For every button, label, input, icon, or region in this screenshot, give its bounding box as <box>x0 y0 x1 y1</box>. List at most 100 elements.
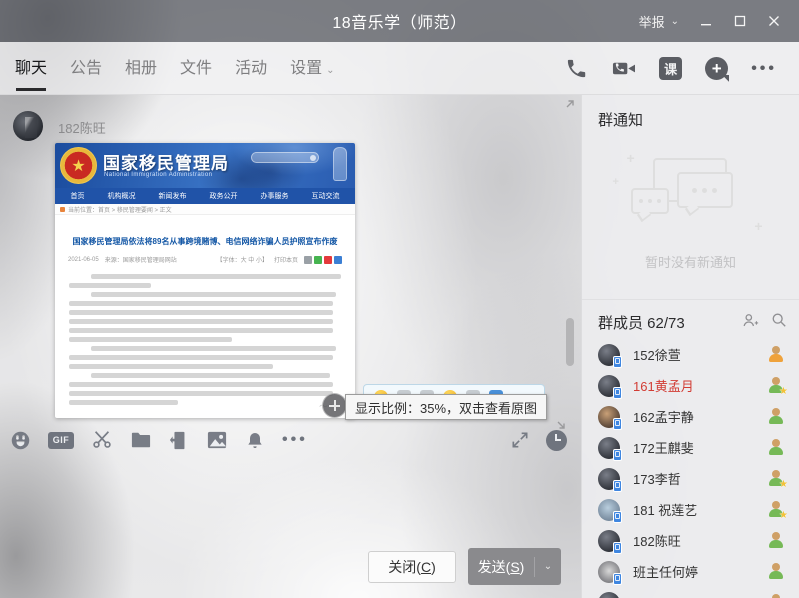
member-star-badge-icon: ★ <box>779 480 788 490</box>
member-row[interactable]: 172王麒斐 <box>582 432 799 463</box>
voice-call-icon[interactable] <box>565 57 588 80</box>
member-row[interactable]: 152徐萱 <box>582 339 799 370</box>
site-nav-item: 新闻发布 <box>159 191 187 201</box>
gif-icon[interactable]: GIF <box>48 432 74 449</box>
webpage-banner: ★ 国家移民管理局 National Immigration Administr… <box>55 143 355 188</box>
doc-share-icon[interactable] <box>169 430 189 451</box>
member-name: 162孟宇静 <box>633 407 694 426</box>
report-button[interactable]: 举报 <box>635 12 669 31</box>
member-avatar[interactable] <box>598 468 620 490</box>
empty-notice-illustration-icon: + + + <box>631 158 751 230</box>
tab-活动[interactable]: 活动 <box>235 42 267 95</box>
site-title: 国家移民管理局 <box>103 149 229 174</box>
mobile-online-badge-icon <box>613 573 622 585</box>
member-star-badge-icon: ★ <box>779 387 788 397</box>
member-row[interactable]: 161黄孟月★ <box>582 370 799 401</box>
member-name: 182陈旺 <box>633 531 681 550</box>
member-list: 152徐萱161黄孟月★162孟宇静172王麒斐173李哲★181 祝莲艺★18… <box>582 339 799 598</box>
member-avatar[interactable] <box>598 375 620 397</box>
member-avatar[interactable] <box>598 530 620 552</box>
member-row[interactable]: 162孟宇静 <box>582 401 799 432</box>
breadcrumb-marker-icon <box>60 207 65 212</box>
site-search-box <box>251 152 319 163</box>
add-member-icon[interactable] <box>742 312 759 328</box>
mobile-online-badge-icon <box>613 418 622 430</box>
image-zoom-plus-icon[interactable] <box>322 393 347 418</box>
image-icon[interactable] <box>206 430 228 450</box>
site-nav-item: 机构概况 <box>108 191 136 201</box>
send-file-folder-icon[interactable] <box>130 430 152 450</box>
members-count-title: 群成员 62/73 <box>598 315 685 332</box>
member-row[interactable]: 181 祝莲艺 ★ <box>582 494 799 525</box>
search-members-icon[interactable] <box>771 312 787 328</box>
tab-设置[interactable]: 设置⌄ <box>290 42 334 95</box>
tab-公告[interactable]: 公告 <box>70 42 102 95</box>
close-button[interactable] <box>757 0 791 42</box>
site-breadcrumb: 当前位置：首页 > 移民管理要闻 > 正文 <box>55 204 355 215</box>
member-level-icon <box>767 346 785 363</box>
member-name: 班主任何婷 <box>633 562 698 581</box>
member-name: 172王麒斐 <box>633 438 694 457</box>
site-nav-bar: 首页机构概况新闻发布政务公开办事服务互动交流 <box>55 188 355 204</box>
tab-bar: 聊天公告相册文件活动设置⌄ 课 + ••• <box>0 42 799 95</box>
member-level-icon: ★ <box>767 377 785 394</box>
share-icon <box>304 256 312 264</box>
member-avatar[interactable] <box>598 344 620 366</box>
member-avatar[interactable] <box>598 437 620 459</box>
report-dropdown-icon[interactable]: ⌄ <box>669 16 689 27</box>
share-icons <box>304 256 342 264</box>
image-message-preview[interactable]: ★ 国家移民管理局 National Immigration Administr… <box>55 143 355 418</box>
tab-文件[interactable]: 文件 <box>180 42 212 95</box>
member-level-icon: ★ <box>767 501 785 518</box>
font-size-controls: 【字体：大 中 小】 <box>217 255 268 264</box>
site-nav-item: 政务公开 <box>210 191 238 201</box>
bell-icon[interactable] <box>245 430 265 451</box>
print-link: 打印本页 <box>274 255 298 264</box>
article-source: 来源：国家移民管理局网站 <box>105 255 177 264</box>
member-avatar[interactable] <box>598 592 620 598</box>
member-row[interactable]: 班主任何婷 <box>582 556 799 587</box>
panel-collapse-up-icon[interactable] <box>563 97 577 111</box>
expand-window-icon[interactable] <box>510 430 530 450</box>
mobile-online-badge-icon <box>613 356 622 368</box>
member-star-badge-icon: ★ <box>779 511 788 521</box>
chat-scrollbar-thumb[interactable] <box>566 318 574 366</box>
class-mode-icon[interactable]: 课 <box>659 57 682 80</box>
site-nav-item: 互动交流 <box>312 191 340 201</box>
send-options-chevron-icon[interactable]: ⌄ <box>535 561 561 572</box>
video-call-icon[interactable] <box>611 57 636 80</box>
tab-聊天[interactable]: 聊天 <box>15 42 47 95</box>
tab-相册[interactable]: 相册 <box>125 42 157 95</box>
add-actions-icon[interactable]: + <box>705 57 728 80</box>
more-options-icon[interactable]: ••• <box>751 60 777 78</box>
maximize-button[interactable] <box>723 0 757 42</box>
member-level-icon <box>767 594 785 598</box>
send-button[interactable]: 发送(S) ⌄ <box>468 548 561 585</box>
settings-dropdown-icon[interactable]: ⌄ <box>326 65 334 76</box>
qq-group-chat-window: 18音乐学（师范） 举报 ⌄ 聊天公告相册文件活动设置⌄ 课 + <box>0 0 799 598</box>
member-row[interactable]: 173李哲★ <box>582 463 799 494</box>
message-history-icon[interactable] <box>546 430 567 451</box>
mobile-online-badge-icon <box>613 387 622 399</box>
member-avatar[interactable] <box>598 499 620 521</box>
close-chat-button[interactable]: 关闭(C) <box>368 551 456 583</box>
member-avatar[interactable] <box>598 561 620 583</box>
site-nav-item: 办事服务 <box>261 191 289 201</box>
member-row-partial[interactable] <box>582 587 799 598</box>
article-body-lines <box>69 274 341 405</box>
minimize-button[interactable] <box>689 0 723 42</box>
screenshot-scissors-icon[interactable] <box>91 429 113 451</box>
member-name: 181 祝莲艺 <box>633 500 697 519</box>
article-meta: 2021-06-05 来源：国家移民管理局网站 【字体：大 中 小】 打印本页 <box>68 255 342 264</box>
member-row[interactable]: 182陈旺 <box>582 525 799 556</box>
site-title-en: National Immigration Administration <box>104 172 212 178</box>
emoji-icon[interactable] <box>10 430 31 451</box>
mobile-online-badge-icon <box>613 542 622 554</box>
group-notice-title: 群通知 <box>582 95 799 130</box>
composer-more-icon[interactable]: ••• <box>282 431 308 449</box>
article-date: 2021-06-05 <box>68 257 99 263</box>
member-avatar[interactable] <box>598 406 620 428</box>
member-level-icon <box>767 563 785 580</box>
sender-avatar[interactable] <box>13 111 43 141</box>
zoom-ratio-tooltip: 显示比例：35%，双击查看原图 <box>345 394 547 420</box>
